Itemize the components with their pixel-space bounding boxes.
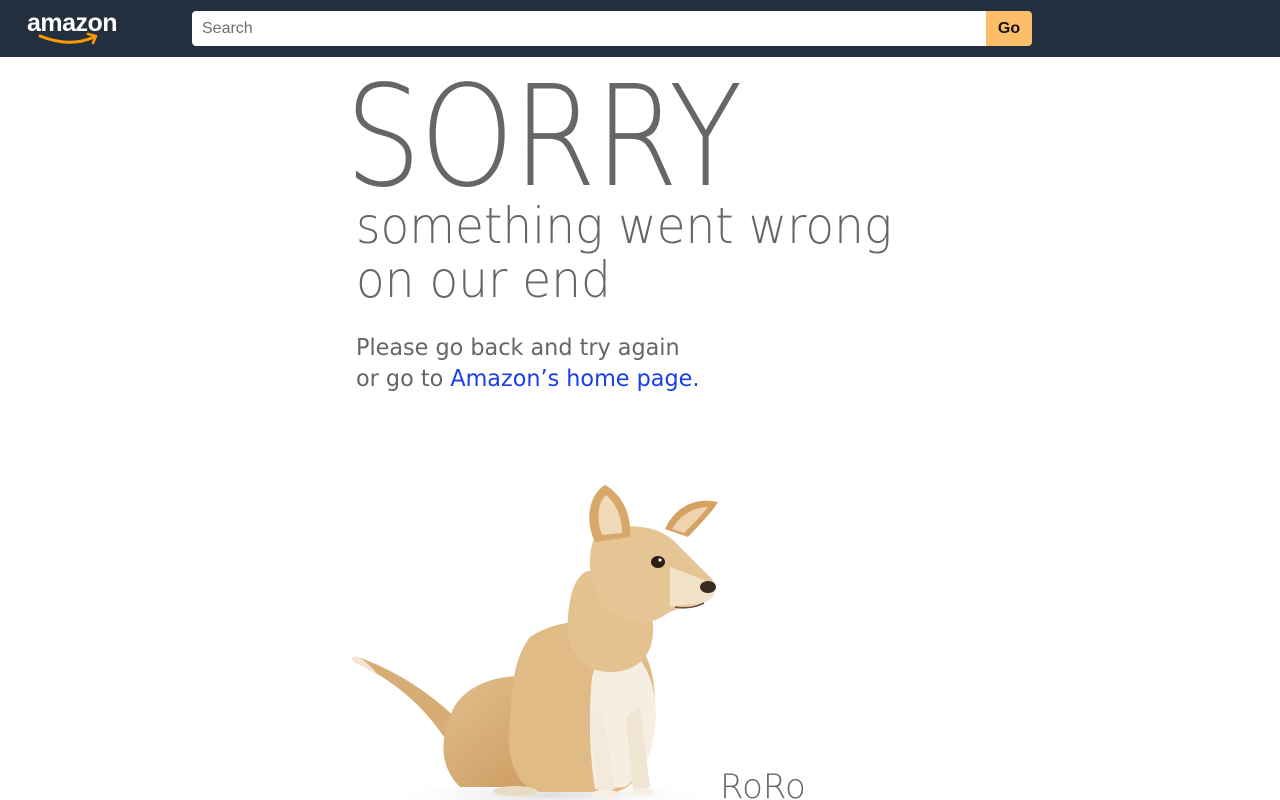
amazon-logo[interactable]: amazon [26, 8, 126, 46]
instruction-prefix: or go to [356, 366, 451, 392]
dog-name-label: RoRo [720, 767, 806, 800]
search-form: Go [192, 11, 1032, 46]
error-instructions: Please go back and try again or go to Am… [356, 333, 763, 395]
sorry-heading: SORRY [345, 56, 742, 219]
dog-image [352, 485, 720, 800]
home-page-link[interactable]: Amazon’s home page. [450, 366, 699, 392]
error-subheading: something went wrong on our end [356, 199, 920, 307]
instruction-line-2: or go to Amazon’s home page. [356, 364, 763, 395]
instruction-line-1: Please go back and try again [356, 335, 680, 361]
go-button[interactable]: Go [986, 11, 1032, 46]
top-navigation-bar: amazon Go [0, 0, 1280, 57]
subheading-line-1: something went wrong [356, 197, 893, 255]
amazon-smile-icon [38, 32, 98, 45]
subheading-line-2: on our end [356, 251, 611, 309]
error-content: SORRY something went wrong on our end Pl… [0, 57, 1280, 800]
search-input[interactable] [192, 11, 986, 46]
